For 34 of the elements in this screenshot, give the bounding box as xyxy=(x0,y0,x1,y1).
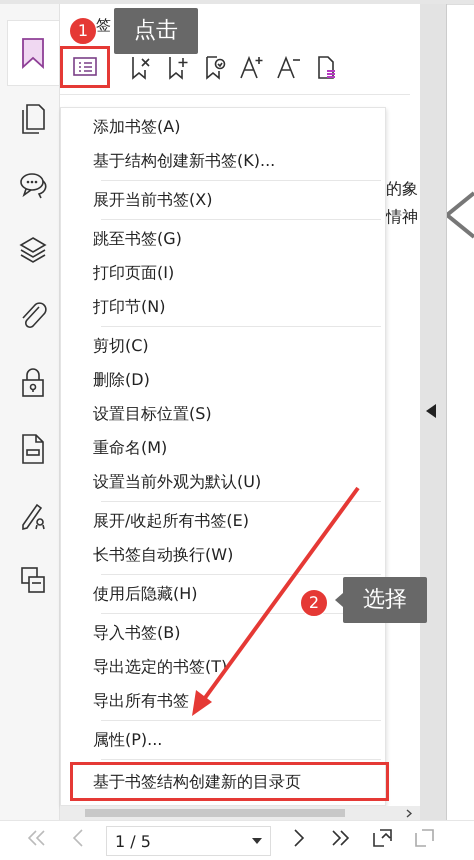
panel-title: 签 xyxy=(96,15,111,36)
menu-item[interactable]: 导出所有书签 xyxy=(61,684,195,718)
menu-item[interactable]: 使用后隐藏(H) xyxy=(61,577,204,611)
menu-item[interactable]: 重命名(M) xyxy=(61,431,174,465)
lock-icon xyxy=(19,367,47,399)
sidebar-tab[interactable] xyxy=(7,20,59,86)
menu-item[interactable]: 基于书签结构创建新的目录页 xyxy=(70,762,389,801)
menu-item[interactable]: 展开/收起所有书签(E) xyxy=(61,504,255,538)
menu-item[interactable]: 导入书签(B) xyxy=(61,616,186,650)
horizontal-scrollbar[interactable] xyxy=(60,806,420,820)
dropdown-caret-icon xyxy=(252,838,262,844)
page-select[interactable]: 1 / 5 xyxy=(106,826,271,856)
menu-item[interactable]: 剪切(C) xyxy=(61,329,155,363)
callout-label: 选择 xyxy=(335,577,427,623)
menu-item[interactable]: 打印页面(I) xyxy=(61,256,180,290)
menu-item[interactable]: 打印节(N) xyxy=(61,290,172,324)
menu-item[interactable]: 删除(D) xyxy=(61,363,156,397)
pages-icon xyxy=(19,103,47,135)
menu-item[interactable]: 基于结构创建新书签(K)... xyxy=(61,144,282,178)
menu-item[interactable]: 跳至书签(G) xyxy=(61,222,188,256)
menu-item[interactable]: 添加书签(A) xyxy=(61,110,186,144)
menu-item[interactable]: 属性(P)... xyxy=(61,723,168,757)
menu-item[interactable]: 设置目标位置(S) xyxy=(61,397,218,431)
menu-item[interactable]: 长书签自动换行(W) xyxy=(61,538,240,572)
scroll-right-icon[interactable] xyxy=(406,809,412,818)
document-text: 情神 xyxy=(386,207,419,227)
document-text: 的象 xyxy=(386,179,419,199)
toolbar-button[interactable] xyxy=(60,46,110,88)
page-number: 1 / 5 xyxy=(115,832,151,850)
menu-item[interactable]: 设置当前外观为默认(U) xyxy=(61,465,268,499)
document-icon xyxy=(19,433,47,465)
callout-label: 点击 xyxy=(114,8,198,54)
collapse-arrow-icon[interactable] xyxy=(426,404,436,418)
menu-item[interactable]: 展开当前书签(X) xyxy=(61,183,218,217)
